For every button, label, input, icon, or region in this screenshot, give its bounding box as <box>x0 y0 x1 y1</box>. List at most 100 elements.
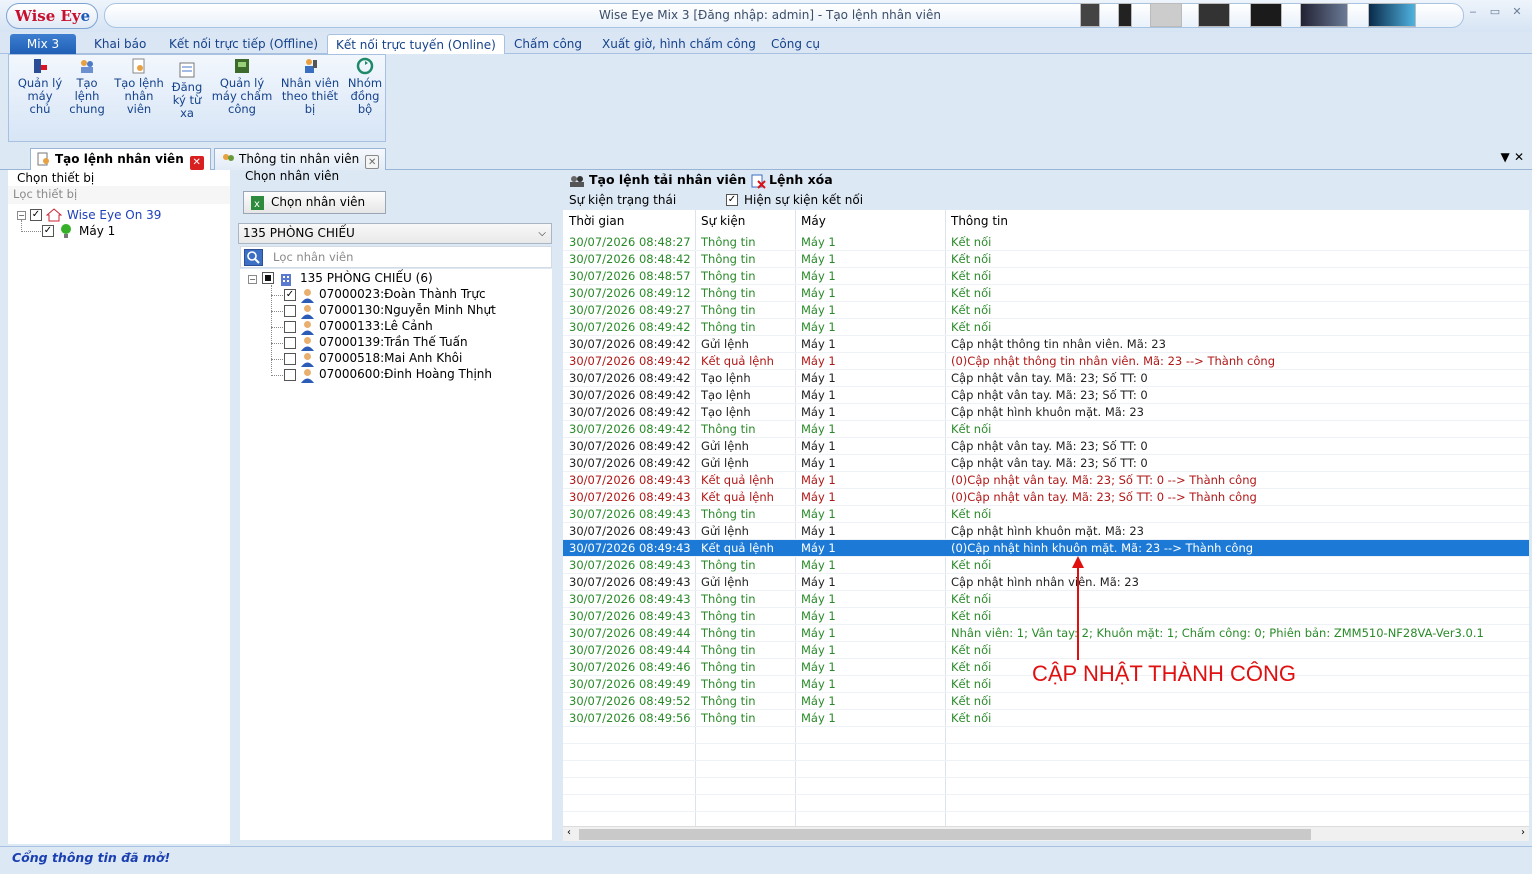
select-employee-button[interactable]: x Chọn nhân viên <box>243 191 386 214</box>
close-icon[interactable]: ✕ <box>365 155 380 169</box>
log-row[interactable]: 30/07/2026 08:49:43 Thông tin Máy 1 Kết nối <box>563 557 1529 574</box>
log-cell-info: Kết nối <box>951 252 992 266</box>
log-cell-event: Thông tin <box>701 286 756 300</box>
device-thumbnail[interactable] <box>1368 3 1416 27</box>
device-thumbnail[interactable] <box>1300 3 1348 27</box>
employee-filter-input[interactable]: Lọc nhân viên <box>240 246 552 268</box>
sync-icon <box>356 57 374 75</box>
menu-tab-khai-bao[interactable]: Khai báo <box>86 34 154 54</box>
create-employee-command-button[interactable]: Tạo lệnh nhân viên <box>113 57 165 116</box>
log-row[interactable]: 30/07/2026 08:49:42 Thông tin Máy 1 Kết nối <box>563 319 1529 336</box>
tab-employee-info[interactable]: Thông tin nhân viên ✕ <box>214 148 387 170</box>
device-thumbnail[interactable] <box>1250 3 1282 27</box>
device-filter-input[interactable]: Lọc thiết bị <box>8 186 230 204</box>
log-row[interactable]: 30/07/2026 08:48:27 Thông tin Máy 1 Kết nối <box>563 234 1529 251</box>
log-row[interactable]: 30/07/2026 08:49:43 Gửi lệnh Máy 1 Cập nhật… <box>563 574 1529 591</box>
scroll-left-icon[interactable]: ‹ <box>567 827 571 838</box>
tab-create-employee-command[interactable]: Tạo lệnh nhân viên ✕ <box>30 148 211 171</box>
log-row[interactable]: 30/07/2026 08:49:42 Gửi lệnh Máy 1 Cập nhật… <box>563 438 1529 455</box>
device-thumbnail[interactable] <box>1118 3 1132 27</box>
collapse-icon[interactable]: − <box>248 275 257 284</box>
menu-tab-xuat-gio[interactable]: Xuất giờ, hình chấm công <box>594 34 764 54</box>
log-cell-time: 30/07/2026 08:49:43 <box>569 473 691 487</box>
log-cell-event: Kết quả lệnh <box>701 541 774 555</box>
employees-by-device-button[interactable]: Nhân viên theo thiết bị <box>279 57 341 116</box>
close-icon[interactable]: ✕ <box>1514 150 1524 164</box>
device-root-label[interactable]: Wise Eye On 39 <box>67 208 161 222</box>
show-connect-events-checkbox[interactable]: ✓ <box>726 194 738 206</box>
log-row[interactable]: 30/07/2026 08:49:43 Gửi lệnh Máy 1 Cập nhật… <box>563 523 1529 540</box>
log-row[interactable]: 30/07/2026 08:49:12 Thông tin Máy 1 Kết nối <box>563 285 1529 302</box>
remote-register-button[interactable]: Đăng ký từ xa <box>169 61 205 120</box>
log-row[interactable]: 30/07/2026 08:48:57 Thông tin Máy 1 Kết nối <box>563 268 1529 285</box>
delete-command-button[interactable]: Lệnh xóa <box>750 172 833 189</box>
log-row[interactable]: 30/07/2026 08:49:43 Kết quả lệnh Máy 1 (0)C… <box>563 540 1529 557</box>
upload-employee-command-button[interactable]: Tạo lệnh tải nhân viên <box>569 172 746 187</box>
employee-label[interactable]: 07000133:Lê Cảnh <box>319 319 433 333</box>
menu-tab-cong-cu[interactable]: Công cụ <box>763 34 828 54</box>
log-row[interactable]: 30/07/2026 08:49:43 Thông tin Máy 1 Kết nối <box>563 591 1529 608</box>
employee-checkbox[interactable] <box>284 321 296 333</box>
device-thumbnail[interactable] <box>1080 3 1100 27</box>
column-header-event[interactable]: Sự kiện <box>701 214 745 228</box>
employee-checkbox[interactable]: ✓ <box>284 289 296 301</box>
employee-label[interactable]: 07000518:Mai Anh Khôi <box>319 351 462 365</box>
employee-checkbox[interactable] <box>284 337 296 349</box>
search-icon[interactable] <box>244 249 263 266</box>
employee-label[interactable]: 07000600:Đinh Hoàng Thịnh <box>319 367 492 381</box>
scroll-right-icon[interactable]: › <box>1521 827 1525 838</box>
log-row[interactable]: 30/07/2026 08:49:44 Thông tin Máy 1 Kết nối <box>563 642 1529 659</box>
log-row[interactable]: 30/07/2026 08:48:42 Thông tin Máy 1 Kết nối <box>563 251 1529 268</box>
form-icon <box>179 62 195 78</box>
sync-group-button[interactable]: Nhóm đồng bộ <box>345 57 385 116</box>
device-checkbox[interactable]: ✓ <box>42 225 54 237</box>
scrollbar-thumb[interactable] <box>579 829 1311 840</box>
log-row[interactable]: 30/07/2026 08:49:43 Thông tin Máy 1 Kết nối <box>563 608 1529 625</box>
collapse-icon[interactable]: − <box>17 211 26 220</box>
log-row[interactable]: 30/07/2026 08:49:43 Kết quả lệnh Máy 1 (0)C… <box>563 489 1529 506</box>
log-row[interactable]: 30/07/2026 08:49:56 Thông tin Máy 1 Kết nối <box>563 710 1529 727</box>
employee-label[interactable]: 07000139:Trần Thế Tuấn <box>319 335 468 349</box>
restore-icon[interactable]: ▭ <box>1486 3 1504 21</box>
close-icon[interactable]: ✕ <box>1508 3 1526 21</box>
log-row[interactable]: 30/07/2026 08:49:44 Thông tin Máy 1 Nhân vi… <box>563 625 1529 642</box>
employee-checkbox[interactable] <box>284 369 296 381</box>
column-header-info[interactable]: Thông tin <box>951 214 1008 228</box>
device-thumbnail[interactable] <box>1198 3 1230 27</box>
log-row[interactable]: 30/07/2026 08:49:43 Thông tin Máy 1 Kết nối <box>563 506 1529 523</box>
log-row[interactable]: 30/07/2026 08:49:42 Gửi lệnh Máy 1 Cập nhật… <box>563 336 1529 353</box>
employee-checkbox[interactable] <box>284 353 296 365</box>
log-row[interactable]: 30/07/2026 08:49:42 Tạo lệnh Máy 1 Cập nhật… <box>563 370 1529 387</box>
department-select[interactable]: 135 PHÒNG CHIẾU ⌵ <box>238 223 552 244</box>
device-root-checkbox[interactable]: ✓ <box>30 209 42 221</box>
log-row[interactable]: 30/07/2026 08:49:43 Kết quả lệnh Máy 1 (0)C… <box>563 472 1529 489</box>
menu-tab-cham-cong[interactable]: Chấm công <box>506 34 590 54</box>
log-row[interactable]: 30/07/2026 08:49:42 Gửi lệnh Máy 1 Cập nhật… <box>563 455 1529 472</box>
dropdown-icon[interactable]: ▼ <box>1501 150 1510 164</box>
device-thumbnail[interactable] <box>1150 3 1182 27</box>
log-row[interactable]: 30/07/2026 08:49:27 Thông tin Máy 1 Kết nối <box>563 302 1529 319</box>
menu-tab-online[interactable]: Kết nối trực tuyến (Online) <box>327 34 505 54</box>
manage-timeclock-button[interactable]: Quản lý máy chấm công <box>209 57 275 116</box>
employee-label[interactable]: 07000023:Đoàn Thành Trực <box>319 287 486 301</box>
horizontal-scrollbar[interactable]: ‹ › <box>563 826 1529 841</box>
log-cell-info: Cập nhật vân tay. Mã: 23; Số TT: 0 <box>951 439 1148 453</box>
column-header-device[interactable]: Máy <box>801 214 826 228</box>
log-row[interactable]: 30/07/2026 08:49:42 Kết quả lệnh Máy 1 (0)C… <box>563 353 1529 370</box>
employee-label[interactable]: 07000130:Nguyễn Minh Nhựt <box>319 303 496 317</box>
group-checkbox[interactable] <box>262 272 274 284</box>
manage-server-button[interactable]: Quản lý máy chủ <box>15 57 65 116</box>
minimize-icon[interactable]: ‒ <box>1464 3 1482 21</box>
log-row[interactable]: 30/07/2026 08:49:42 Thông tin Máy 1 Kết nối <box>563 421 1529 438</box>
menu-tab-offline[interactable]: Kết nối trực tiếp (Offline) <box>161 34 326 54</box>
log-row[interactable]: 30/07/2026 08:49:42 Tạo lệnh Máy 1 Cập nhật… <box>563 387 1529 404</box>
close-icon[interactable]: ✕ <box>189 156 204 170</box>
create-general-command-button[interactable]: Tạo lệnh chung <box>67 57 107 116</box>
menu-tab-mix3[interactable]: Mix 3 <box>10 34 76 54</box>
column-header-time[interactable]: Thời gian <box>569 214 624 228</box>
log-row[interactable]: 30/07/2026 08:49:52 Thông tin Máy 1 Kết nối <box>563 693 1529 710</box>
group-label[interactable]: 135 PHÒNG CHIẾU (6) <box>300 271 433 285</box>
device-label[interactable]: Máy 1 <box>79 224 115 238</box>
log-row[interactable]: 30/07/2026 08:49:42 Tạo lệnh Máy 1 Cập nhật… <box>563 404 1529 421</box>
employee-checkbox[interactable] <box>284 305 296 317</box>
